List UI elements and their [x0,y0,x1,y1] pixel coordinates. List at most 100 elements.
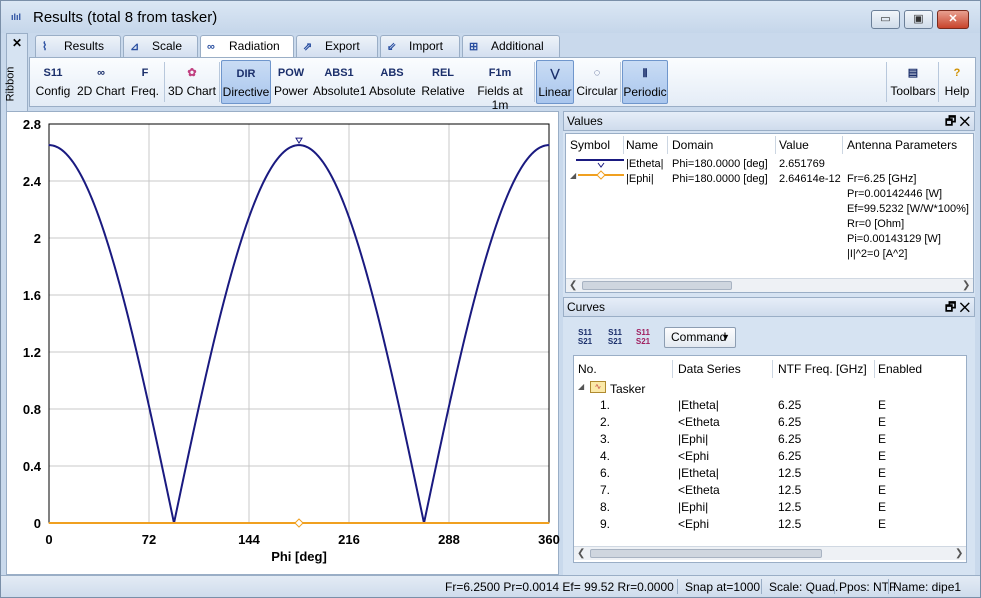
chart2d-label: 2D Chart [76,84,126,98]
scroll-left-icon[interactable]: ❮ [569,279,577,292]
col-enabled[interactable]: Enabled [878,362,922,376]
curves-s11-s21-magenta-icon[interactable]: S11 S21 [631,327,655,347]
curve-cell-no: 2. [600,415,611,429]
freq-label: Freq. [130,84,159,98]
values-scroll-thumb[interactable] [582,281,732,290]
help-icon: ? [953,67,961,79]
ribbon-close-icon[interactable]: ✕ [12,36,22,50]
ephi-marker [294,518,304,528]
series-point-0 [201,393,203,395]
curve-cell-series: <Etheta [678,415,720,429]
col-no[interactable]: No. [578,362,597,376]
right-panel: Values 🗗 ✕ Symbol Name Domain Value Ante… [563,111,975,575]
radiation-chart[interactable]: 0 0.4 0.8 1.2 1.6 2 2.4 2.8 0 72 144 216 288 360 Phi… [7,112,560,576]
values-table[interactable]: Symbol Name Domain Value Antenna Paramet… [565,133,974,293]
tab-scale[interactable]: ⊿ Scale [123,35,198,57]
etheta-legend-marker [597,162,605,168]
curves-table[interactable]: No. Data Series NTF Freq. [GHz] Enabled … [573,355,967,563]
linear-button[interactable]: ⋁ Linear [536,60,574,104]
maximize-button[interactable]: ▣ [904,10,933,29]
config-button[interactable]: S11 Config [34,60,72,104]
fields-button[interactable]: F1m Fields at 1m [470,60,530,112]
row1-value: 2.651769 [779,158,825,170]
absolute1-button[interactable]: ABS1 Absolute1 [313,60,366,104]
minimize-button[interactable]: ▭ [871,10,900,29]
chart2d-button[interactable]: ∞ 2D Chart [76,60,126,104]
tab-radiation[interactable]: ∞ Radiation [200,35,294,58]
col-name[interactable]: Name [626,138,658,152]
series-point-0 [256,195,258,197]
values-pane-buttons[interactable]: 🗗 ✕ [945,112,970,130]
curves-scroll-left-icon[interactable]: ❮ [577,547,585,560]
curve-row[interactable]: 8. |Ephi| 12.5 E [574,499,966,515]
col-ntf-freq[interactable]: NTF Freq. [GHz] [778,362,867,376]
series-point-0 [340,195,342,197]
curves-s11-s21-alt-icon[interactable]: S11 S21 [603,327,627,347]
curve-row[interactable]: 4. <Ephi 6.25 E [574,448,966,464]
tab-additional-label: Additional [491,39,544,53]
power-button[interactable]: POW Power [273,60,309,104]
curve-row[interactable]: 2. <Etheta 6.25 E [574,414,966,430]
curves-scroll-thumb[interactable] [590,549,822,558]
tab-additional[interactable]: ⊞ Additional [462,35,560,57]
col-value[interactable]: Value [779,138,809,152]
chart3d-button[interactable]: ✿ 3D Chart [167,60,217,104]
curves-scroll-right-icon[interactable]: ❯ [955,547,963,560]
y-tick-label: 0.4 [23,459,42,474]
command-label: Command [671,330,727,344]
tab-export[interactable]: ⇗ Export [296,35,378,57]
curve-cell-freq: 6.25 [778,449,802,463]
absolute-button[interactable]: ABS Absolute [369,60,416,104]
values-hscrollbar[interactable]: ❮ ❯ [566,278,973,292]
curve-row[interactable]: 3. |Ephi| 6.25 E [574,431,966,447]
command-dropdown[interactable]: Command ▼ [664,327,736,348]
curve-row[interactable]: 1. |Etheta| 6.25 E [574,397,966,413]
tasker-group-row[interactable]: ◢ ∿ Tasker [578,380,778,396]
param-current: |I|^2=0 [A^2] [847,248,908,260]
values-pane-title: Values [567,114,603,128]
col-symbol[interactable]: Symbol [570,138,610,152]
circular-button[interactable]: ◌ Circular [576,60,618,104]
curves-s11-s21-icon[interactable]: S11 S21 [573,327,597,347]
import-icon: ⇙ [387,40,397,53]
status-readout: Fr=6.2500 Pr=0.0014 Ef= 99.52 Rr=0.0000 [445,580,674,594]
chart-panel[interactable]: 0 0.4 0.8 1.2 1.6 2 2.4 2.8 0 72 144 216 288 360 Phi… [6,111,560,576]
col-data-series[interactable]: Data Series [678,362,741,376]
curves-pane-buttons[interactable]: 🗗 ✕ [945,298,970,316]
param-rr: Rr=0 [Ohm] [847,218,905,230]
collapse-arrow-icon[interactable]: ◢ [578,382,584,391]
tab-import[interactable]: ⇙ Import [380,35,460,57]
tab-results[interactable]: ⌇ Results [35,35,121,57]
close-button[interactable]: ✕ [937,10,969,29]
series-point-0 [534,150,536,152]
series-point-0 [242,232,245,235]
ephi-legend-marker [596,170,606,180]
toolbars-button[interactable]: ▤ Toolbars [890,60,936,104]
series-point-0 [367,279,370,281]
title-bar[interactable]: ılıl Results (total 8 from tasker) ▭ ▣ ✕ [1,1,980,33]
plot-frame [48,123,550,524]
curve-cell-series: <Ephi [678,517,710,531]
series-point-0 [187,456,189,459]
relative-button[interactable]: REL Relative [419,60,467,104]
freq-icon: F [141,67,149,79]
curve-row[interactable]: 7. <Etheta 12.5 E [574,482,966,498]
series-point-0 [353,232,356,235]
curve-cell-no: 8. [600,500,611,514]
help-button[interactable]: ? Help [942,60,972,104]
curve-cell-no: 9. [600,517,611,531]
curve-row[interactable]: 6. |Etheta| 12.5 E [574,465,966,481]
folder-chart-icon: ∿ [590,381,606,393]
y-tick-label: 0 [34,516,41,531]
col-domain[interactable]: Domain [672,138,713,152]
freq-button[interactable]: F Freq. [128,60,162,104]
curves-hscrollbar[interactable]: ❮ ❯ [574,546,966,560]
series-point-0 [117,279,120,281]
col-antenna-params[interactable]: Antenna Parameters [847,138,957,152]
scroll-right-icon[interactable]: ❯ [962,279,970,292]
periodic-button[interactable]: ⦀ Periodic [622,60,668,104]
config-label: Config [35,84,71,98]
curve-row[interactable]: 9. <Ephi 12.5 E [574,516,966,532]
curve-cell-no: 6. [600,466,611,480]
directive-button[interactable]: DIR Directive [221,60,271,104]
